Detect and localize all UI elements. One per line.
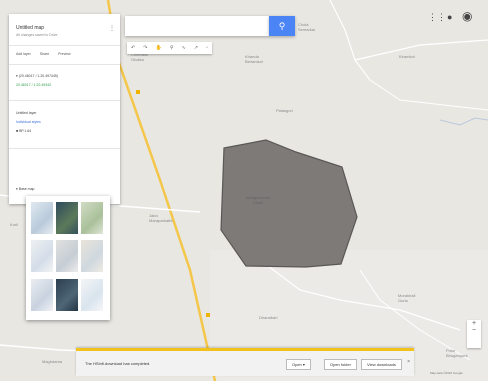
basemap-thumbnail-light[interactable] [31,240,53,272]
map-title[interactable]: Untitled map [16,25,44,31]
close-icon[interactable]: × [407,359,410,365]
search-input[interactable] [125,16,269,36]
place-label: Palasgori [276,108,293,113]
place-label: Morakhali Guria [398,293,416,303]
open-folder-button[interactable]: Open folder [324,359,357,370]
basemap-thumbnail-atlas[interactable] [31,279,53,311]
place-label: Dharaibari [259,315,278,320]
place-label: Kiramkot [399,54,415,59]
place-label: Jaira Maraparkathi [149,213,173,223]
share-button[interactable]: Share [40,52,49,56]
layer-2-item[interactable]: ■ BP.1.64 [16,129,31,133]
basemap-toggle[interactable]: ▾ Base map [16,187,35,191]
view-downloads-button[interactable]: View downloads [361,359,402,370]
directions-icon[interactable]: ↗ [194,45,198,51]
zoom-control: + − [467,320,481,348]
redo-icon[interactable]: ↷ [143,45,147,51]
basemap-thumbnail-map[interactable] [31,202,53,234]
preview-button[interactable]: Preview [58,52,70,56]
layer-1-item[interactable]: 20.46017 / 1.20.49340 [16,83,51,87]
zoom-out-button[interactable]: − [467,327,481,334]
undo-icon[interactable]: ↶ [131,45,135,51]
basemap-thumbnail-mono[interactable] [56,240,78,272]
add-layer-button[interactable]: Add layer [16,52,31,56]
place-label: Khanda Beiramkol [245,54,263,64]
basemap-thumbnail-dark[interactable] [56,279,78,311]
map-toolbar: ↶ ↷ ✋ ⚲ ∿ ↗ ▫ [127,42,212,54]
polygon-label: Nalagumkhari Ghatk [245,195,271,205]
open-button[interactable]: Open ▾ [286,359,311,370]
apps-grid-icon[interactable]: ⋮⋮ [428,12,446,23]
notifications-icon[interactable]: ● [447,12,452,22]
ruler-icon[interactable]: ▫ [206,45,208,51]
download-status-text: The HSInfi.download has completed. [85,361,151,366]
panel-actions: Add layer Share Preview [16,52,71,56]
line-icon[interactable]: ∿ [182,45,186,51]
hand-icon[interactable]: ✋ [156,45,162,51]
layer-style-link[interactable]: Individual styles [16,120,41,124]
marker-icon[interactable]: ⚲ [170,45,174,51]
search-icon: ⚲ [278,21,286,31]
layer-2-name[interactable]: Untitled layer [16,111,36,115]
basemap-thumbnail-simple[interactable] [81,240,103,272]
map-attribution: Map data ©2016 Google [430,371,463,375]
avatar[interactable]: ◉ [462,9,472,23]
search-button[interactable]: ⚲ [269,16,295,36]
basemap-gallery [26,196,110,320]
place-label: Kuril [10,222,19,227]
basemap-thumbnail-whitewater[interactable] [81,279,103,311]
place-label: Maghdama [42,359,63,364]
place-label: Potor Bhuganpurk [446,348,468,358]
basemap-thumbnail-satellite[interactable] [56,202,78,234]
save-status: All changes saved to Drive [16,33,58,37]
chevron-down-icon: ▾ [302,362,305,367]
place-label: Chola Semarkai [298,22,315,32]
zoom-in-button[interactable]: + [467,320,481,327]
basemap-thumbnail-terrain[interactable] [81,202,103,234]
layer-1-name[interactable]: ▾ (20.46017 / 1.20.497445) [16,74,58,78]
download-notification-bar: The HSInfi.download has completed. Open … [76,348,414,376]
map-legend-panel: Untitled map ⋮ All changes saved to Driv… [9,14,120,204]
more-options-icon[interactable]: ⋮ [109,25,115,32]
